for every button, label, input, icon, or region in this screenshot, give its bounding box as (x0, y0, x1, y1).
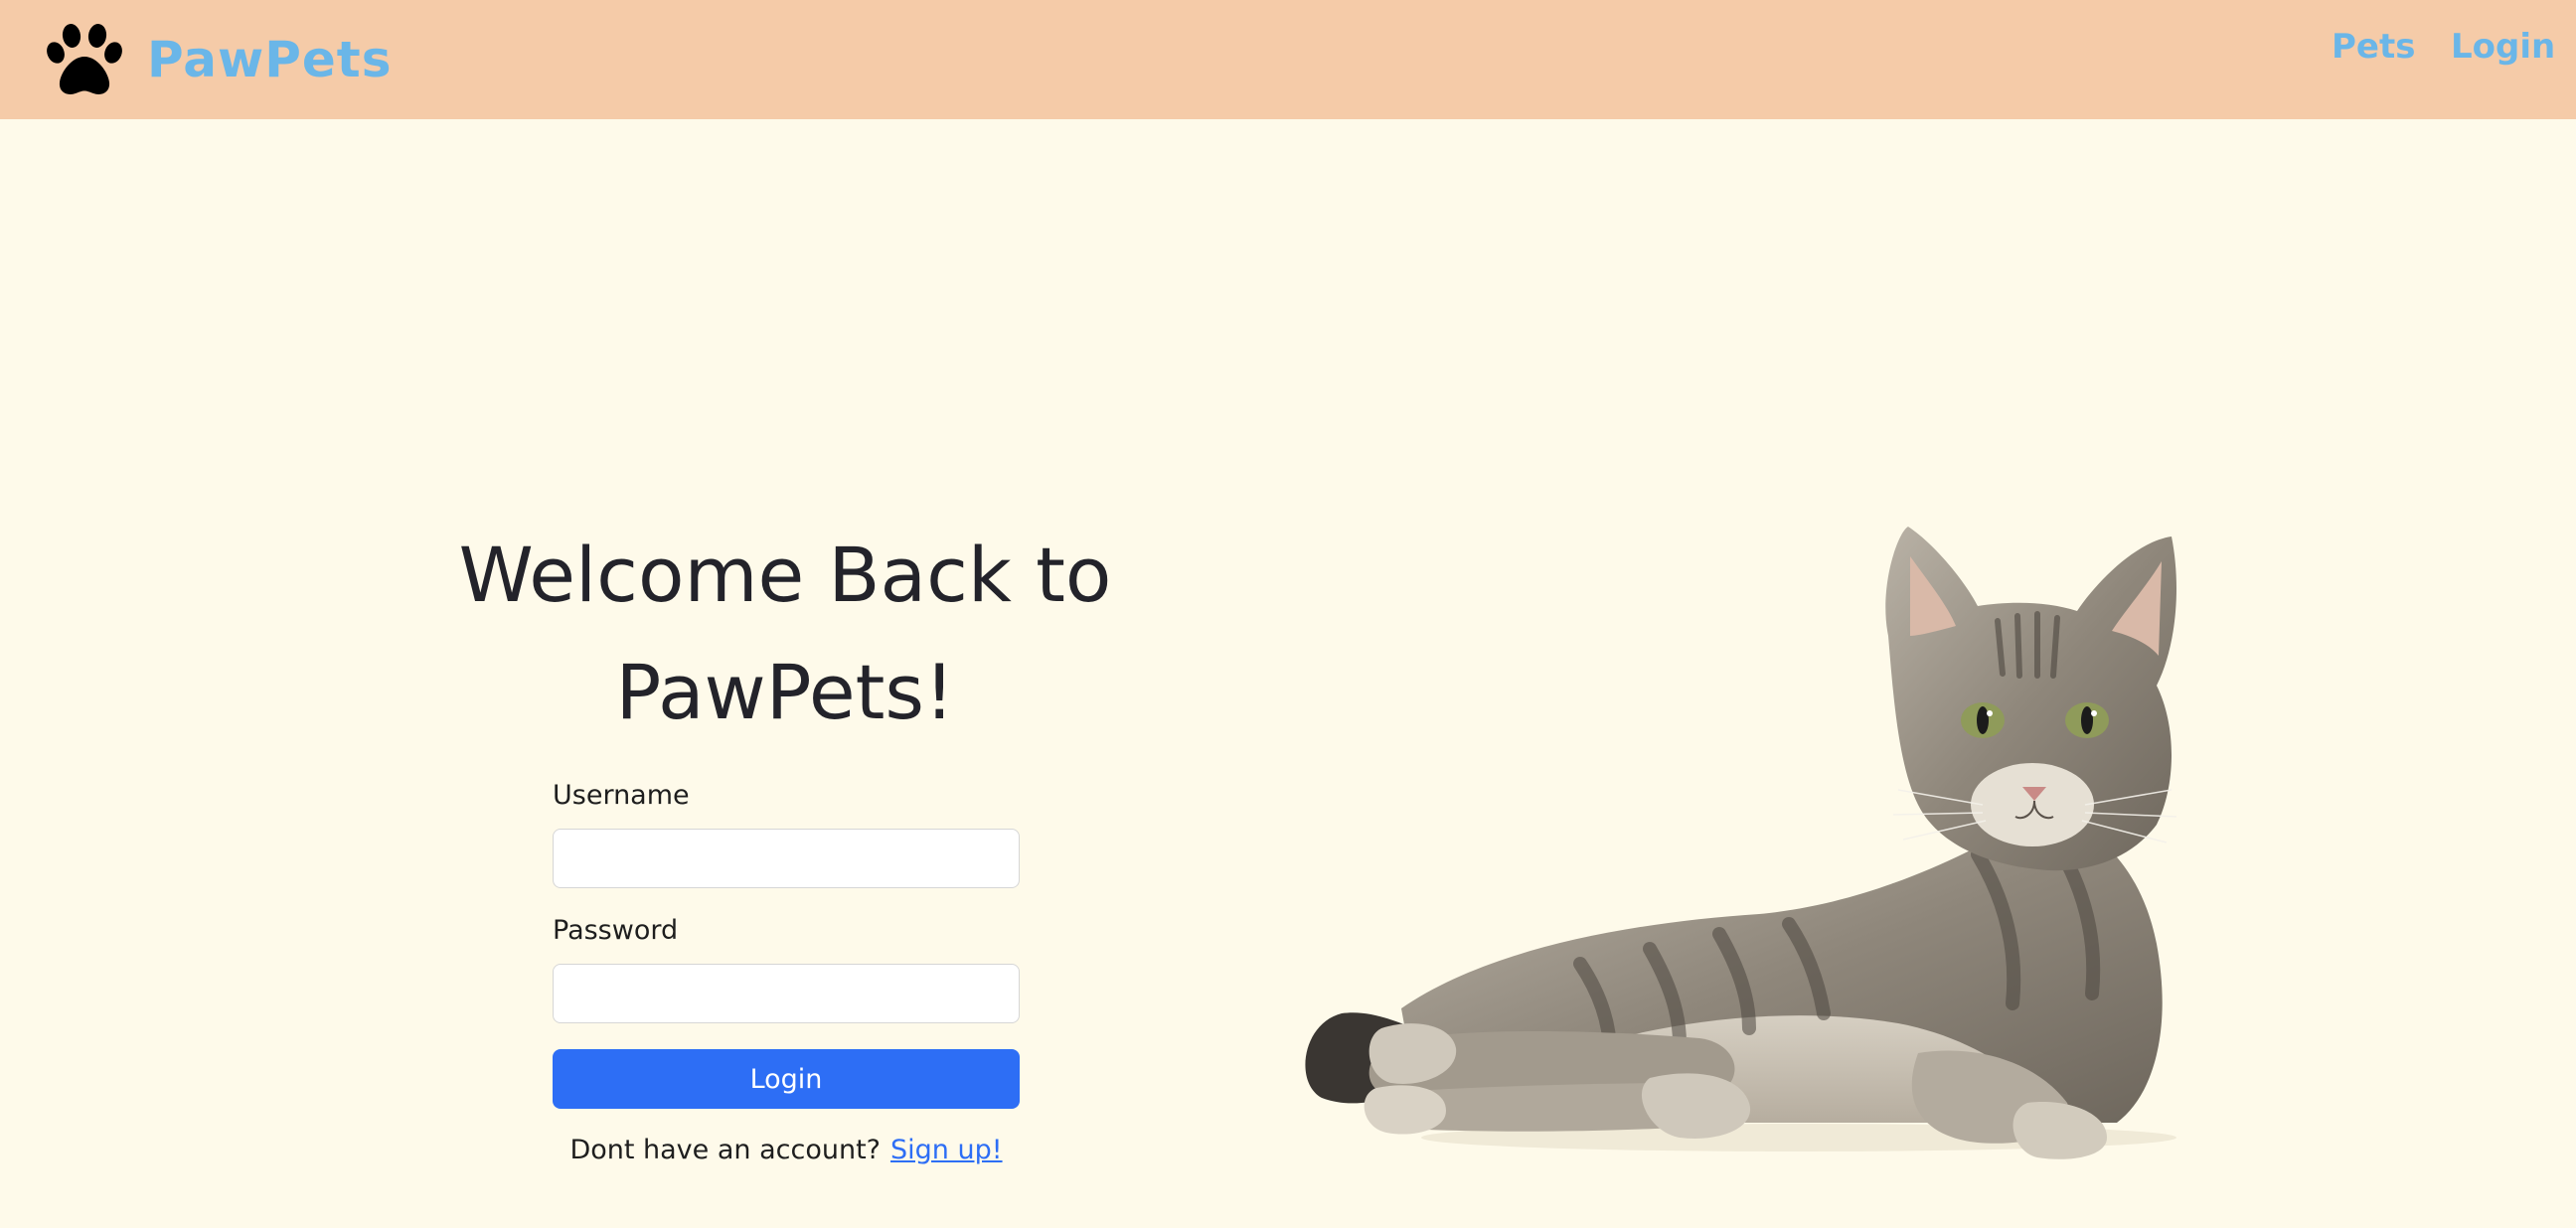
nav-link-pets[interactable]: Pets (2332, 22, 2415, 72)
brand-name: PawPets (147, 31, 393, 88)
navbar: PawPets Pets Login (0, 0, 2576, 119)
username-input[interactable] (553, 829, 1020, 888)
signup-prompt: Dont have an account? (569, 1135, 881, 1165)
password-input[interactable] (553, 964, 1020, 1023)
page-title-line1: Welcome Back to (458, 531, 1112, 619)
page-title: Welcome Back to PawPets! (417, 517, 1153, 751)
username-label: Username (553, 780, 690, 811)
password-label: Password (553, 915, 679, 946)
signup-link[interactable]: Sign up! (890, 1135, 1003, 1165)
nav-link-login[interactable]: Login (2451, 22, 2555, 72)
login-button[interactable]: Login (553, 1049, 1020, 1109)
page-title-line2: PawPets! (615, 648, 955, 736)
brand-link[interactable]: PawPets (44, 10, 392, 109)
login-form: Username Password Login Dont have an acc… (553, 777, 1020, 1165)
hero-cat-image (1282, 527, 2226, 1162)
signup-row: Dont have an account? Sign up! (553, 1135, 1020, 1165)
paw-icon (44, 23, 125, 96)
